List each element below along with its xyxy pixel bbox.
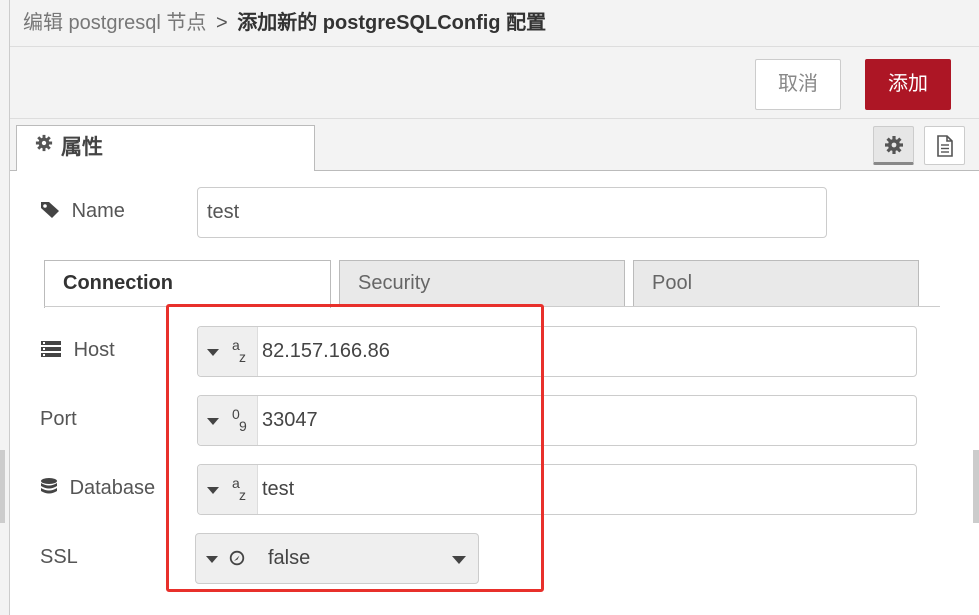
host-input[interactable]: 82.157.166.86 [262, 327, 390, 376]
name-input[interactable]: test [197, 187, 827, 238]
tab-properties-label: 属性 [61, 136, 103, 159]
string-type-icon: az [232, 475, 246, 503]
port-label: Port [40, 408, 77, 430]
caret-down-icon [207, 349, 219, 356]
left-scroll-edge [0, 450, 5, 523]
properties-panel: Name test Connection Security Pool Host [10, 171, 979, 615]
database-label-text: Database [69, 477, 156, 499]
right-scroll-edge [973, 450, 979, 523]
caret-down-icon [207, 418, 219, 425]
ssl-label: SSL [40, 546, 78, 568]
host-field: az 82.157.166.86 [197, 326, 917, 377]
ssl-value: false [268, 547, 311, 569]
breadcrumb-parent[interactable]: 编辑 postgresql 节点 [23, 12, 206, 34]
database-field: az test [197, 464, 917, 515]
subtab-pool[interactable]: Pool [633, 260, 919, 307]
database-icon [40, 477, 70, 499]
breadcrumb-current: 添加新的 postgreSQLConfig 配置 [237, 12, 547, 34]
dialog-toolbar: 取消 添加 [10, 47, 979, 119]
host-type-selector[interactable]: az [198, 327, 258, 376]
host-label: Host [40, 337, 115, 363]
name-label: Name [40, 198, 125, 224]
number-type-icon: 09 [232, 406, 247, 434]
port-field: 09 33047 [197, 395, 917, 446]
database-type-selector[interactable]: az [198, 465, 258, 514]
ssl-select[interactable]: false [195, 533, 479, 584]
caret-down-icon [206, 556, 218, 563]
dialog-titlebar: 编辑 postgresql 节点 > 添加新的 postgreSQLConfig… [10, 0, 979, 47]
gear-icon [35, 124, 53, 168]
node-settings-button[interactable] [873, 126, 914, 165]
cancel-button[interactable]: 取消 [755, 59, 841, 110]
database-input[interactable]: test [262, 465, 294, 514]
database-label: Database [40, 475, 155, 501]
port-type-selector[interactable]: 09 [198, 396, 258, 445]
breadcrumb-separator: > [215, 12, 228, 34]
string-type-icon: az [232, 337, 246, 365]
chevron-down-icon [452, 556, 466, 564]
host-label-text: Host [73, 339, 115, 361]
name-label-text: Name [71, 200, 125, 222]
tab-properties[interactable]: 属性 [16, 125, 315, 172]
dialog-tabbar: 属性 [10, 119, 979, 172]
subtab-security[interactable]: Security [339, 260, 625, 307]
subtab-connection[interactable]: Connection [44, 260, 331, 308]
caret-down-icon [207, 487, 219, 494]
subtab-divider [44, 306, 940, 307]
server-icon [40, 339, 74, 361]
node-description-button[interactable] [924, 126, 965, 165]
config-dialog: 编辑 postgresql 节点 > 添加新的 postgreSQLConfig… [9, 0, 979, 615]
boolean-type-icon [229, 550, 245, 566]
tag-icon [40, 200, 72, 222]
add-button[interactable]: 添加 [865, 59, 951, 110]
port-input[interactable]: 33047 [262, 396, 318, 445]
